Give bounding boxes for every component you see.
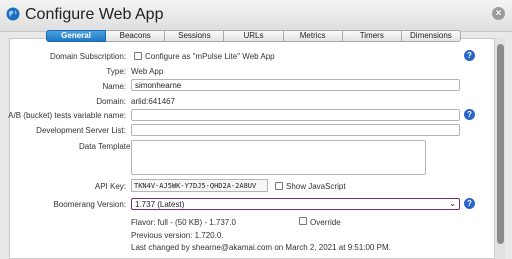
tab-beacons[interactable]: Beacons bbox=[106, 30, 166, 42]
mpulse-lite-checkbox[interactable] bbox=[134, 52, 142, 60]
tab-urls[interactable]: URLs bbox=[224, 30, 284, 42]
boomerang-version-select[interactable]: 1.737 (Latest) ⌄ bbox=[131, 198, 460, 210]
api-key-label: API Key: bbox=[94, 182, 126, 191]
api-key-field[interactable]: TKN4V-AJ5WK-Y7DJ5-QHD2A-2A8UV bbox=[131, 179, 268, 192]
help-icon[interactable]: ? bbox=[464, 109, 475, 120]
title-bar: Configure Web App × bbox=[0, 0, 512, 32]
data-template-label: Data Template: bbox=[79, 142, 133, 151]
scrollbar-thumb[interactable] bbox=[497, 44, 504, 244]
domain-value: arlid:641467 bbox=[131, 97, 176, 106]
data-template-textarea[interactable] bbox=[131, 140, 426, 175]
override-label: Override bbox=[310, 218, 341, 227]
tab-timers[interactable]: Timers bbox=[342, 30, 402, 42]
dev-server-label: Development Server List: bbox=[36, 126, 126, 135]
scrollbar[interactable] bbox=[496, 38, 505, 259]
last-changed-text: Last changed by shearne@akamai.com on Ma… bbox=[131, 243, 391, 252]
tab-metrics[interactable]: Metrics bbox=[283, 30, 343, 42]
domain-label: Domain: bbox=[96, 97, 126, 106]
override-checkbox[interactable] bbox=[299, 217, 307, 225]
globe-icon bbox=[6, 7, 20, 21]
tab-dimensions[interactable]: Dimensions bbox=[401, 30, 461, 42]
configure-web-app-dialog: Configure Web App × General Beacons Sess… bbox=[0, 0, 512, 259]
tab-bar: General Beacons Sessions URLs Metrics Ti… bbox=[46, 30, 461, 42]
ab-test-input[interactable] bbox=[131, 109, 460, 121]
dev-server-input[interactable] bbox=[131, 124, 460, 136]
tab-general[interactable]: General bbox=[46, 30, 107, 42]
tab-sessions[interactable]: Sessions bbox=[165, 30, 225, 42]
ab-test-label: A/B (bucket) tests variable name: bbox=[8, 111, 126, 120]
help-icon[interactable]: ? bbox=[464, 50, 475, 61]
dialog-title: Configure Web App bbox=[25, 6, 164, 23]
domain-subscription-label: Domain Subscription: bbox=[49, 52, 126, 61]
mpulse-lite-option-label: Configure as "mPulse Lite" Web App bbox=[145, 52, 275, 61]
name-label: Name: bbox=[102, 82, 126, 91]
close-icon[interactable]: × bbox=[492, 7, 505, 20]
type-value: Web App bbox=[131, 67, 164, 76]
previous-version-text: Previous version: 1.720.0. bbox=[131, 231, 224, 240]
boomerang-version-value: 1.737 (Latest) bbox=[135, 200, 185, 209]
boomerang-version-label: Boomerang Version: bbox=[53, 200, 127, 209]
name-input[interactable]: simonhearne bbox=[131, 79, 460, 91]
show-javascript-checkbox[interactable] bbox=[275, 182, 283, 190]
type-label: Type: bbox=[106, 67, 126, 76]
flavor-text: Flavor: full - (50 KB) - 1.737.0 bbox=[131, 218, 236, 227]
show-javascript-label: Show JavaScript bbox=[286, 182, 346, 191]
help-icon[interactable]: ? bbox=[464, 198, 475, 209]
chevron-down-icon: ⌄ bbox=[449, 199, 456, 208]
